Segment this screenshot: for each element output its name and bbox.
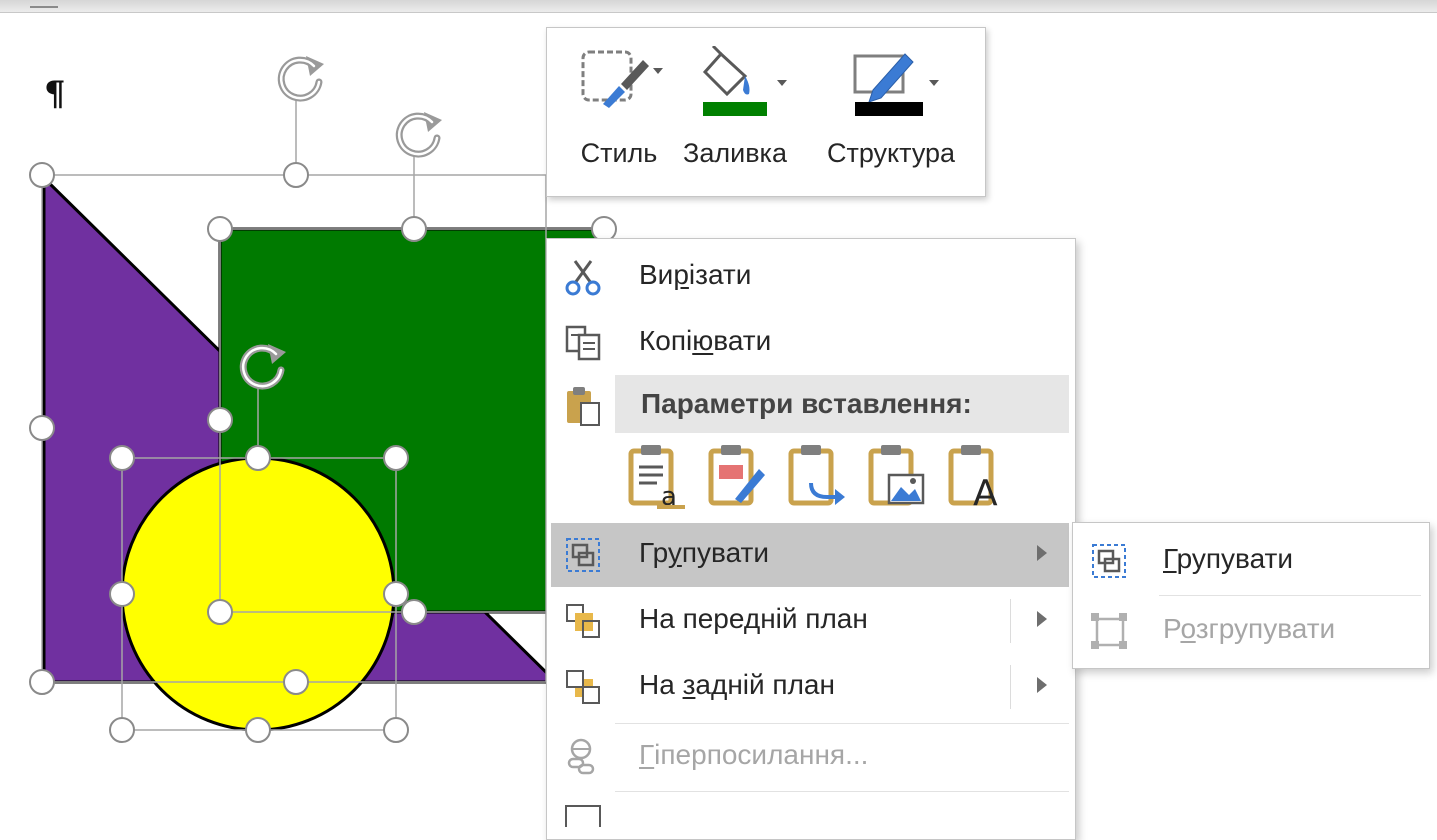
mini-toolbar: Стиль Заливка Структура xyxy=(546,27,986,197)
paste-picture-link-icon[interactable] xyxy=(787,443,849,509)
pen-outline-icon xyxy=(853,53,939,116)
paste-picture-icon[interactable] xyxy=(867,443,929,509)
context-menu: Вирізати Копіювати Параметри вставлення:… xyxy=(546,238,1076,840)
split-divider xyxy=(1010,665,1011,709)
menu-separator xyxy=(615,791,1069,792)
menu-separator xyxy=(615,723,1069,724)
chevron-right-icon[interactable] xyxy=(1037,677,1047,693)
menu-item-hyperlink[interactable]: Гіперпосилання... xyxy=(551,725,1069,789)
menu-item-label: Гіперпосилання... xyxy=(639,739,869,770)
send-backward-icon xyxy=(566,670,600,704)
bring-forward-icon xyxy=(566,604,600,638)
menu-item-bring-forward[interactable]: На передній план xyxy=(551,589,1069,653)
menu-item-copy[interactable]: Копіювати xyxy=(551,311,1069,375)
split-divider xyxy=(1010,599,1011,643)
menu-item-label: Копіювати xyxy=(639,325,772,356)
rotate-handle-icon[interactable] xyxy=(399,112,442,154)
scissors-icon xyxy=(565,260,601,296)
paste-text-only-icon[interactable]: A xyxy=(947,443,1009,509)
hyperlink-icon xyxy=(567,738,595,775)
menu-item-label: На передній план xyxy=(639,603,868,634)
shape-style-label: Стиль xyxy=(580,138,658,168)
paste-options-row: a A xyxy=(627,443,1027,513)
menu-item-group[interactable]: Групувати xyxy=(551,523,1069,587)
menu-item-cut[interactable]: Вирізати xyxy=(551,245,1069,309)
group-submenu: Групувати Розгрупувати xyxy=(1072,522,1430,669)
svg-text:A: A xyxy=(973,473,998,509)
copy-icon xyxy=(565,325,601,361)
outline-button[interactable]: Структура xyxy=(811,38,971,188)
next-item-icon xyxy=(565,805,601,827)
group-icon xyxy=(566,538,600,572)
svg-text:a: a xyxy=(661,482,677,509)
menu-separator xyxy=(1159,595,1421,596)
submenu-item-ungroup[interactable]: Розгрупувати xyxy=(1077,599,1423,663)
menu-item-label: Вирізати xyxy=(639,259,752,290)
chevron-right-icon xyxy=(1037,545,1047,561)
paste-options-header: Параметри вставлення: xyxy=(615,375,1069,433)
fill-button[interactable]: Заливка xyxy=(671,38,799,188)
group-icon xyxy=(1092,544,1126,578)
menu-item-label: На задній план xyxy=(639,669,835,700)
paint-bucket-icon xyxy=(702,46,787,116)
clipboard-icon xyxy=(567,387,600,426)
ungroup-icon xyxy=(1091,613,1127,649)
submenu-item-group[interactable]: Групувати xyxy=(1077,529,1423,593)
outline-label: Структура xyxy=(826,138,956,168)
paste-options-label: Параметри вставлення: xyxy=(641,388,972,419)
menu-item-label: Групувати xyxy=(639,537,770,568)
rotate-handle-icon[interactable] xyxy=(281,56,324,98)
menu-item-send-backward[interactable]: На задній план xyxy=(551,655,1069,719)
paste-merge-format-icon[interactable] xyxy=(707,443,769,509)
fill-label: Заливка xyxy=(683,138,787,168)
menu-item-label: Групувати xyxy=(1163,543,1293,574)
shape-style-icon xyxy=(581,50,663,108)
menu-item-label: Розгрупувати xyxy=(1163,613,1336,644)
shape-style-button[interactable]: Стиль xyxy=(559,38,679,188)
paste-keep-source-icon[interactable]: a xyxy=(627,443,689,509)
chevron-right-icon[interactable] xyxy=(1037,611,1047,627)
yellow-circle-shape[interactable] xyxy=(120,456,396,732)
